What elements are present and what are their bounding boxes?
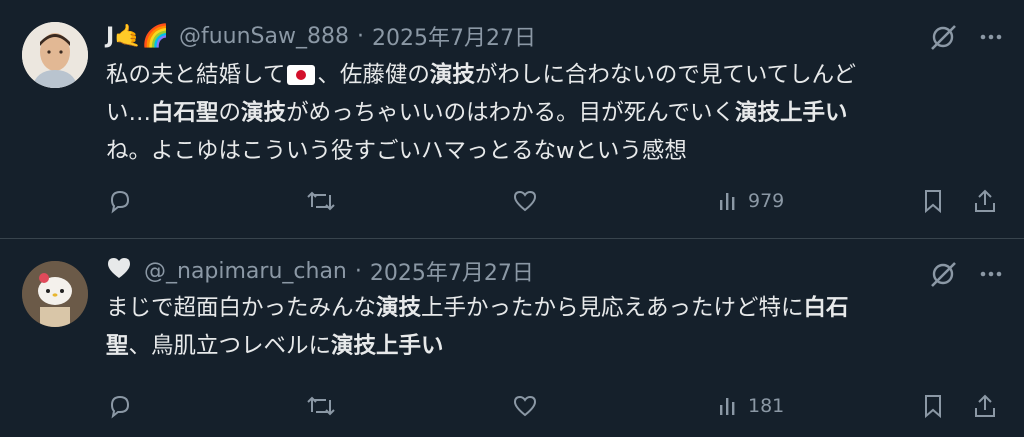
text-span: がわしに合わないので見ていてしんど [474, 62, 857, 88]
tweet[interactable]: @_napimaru_chan · 2025年7月27日 まじで超面白かったみん… [0, 239, 1024, 437]
separator: · [357, 23, 364, 49]
like-icon[interactable] [511, 184, 539, 218]
reply-icon[interactable] [106, 184, 134, 218]
views-icon [716, 393, 742, 419]
separator: · [354, 258, 362, 284]
tweet[interactable]: J🤙🌈 @fuunSaw_888 · 2025年7月27日 私の夫と結婚して 、佐… [0, 0, 1024, 239]
avatar[interactable] [22, 261, 88, 327]
bold-span: 白石 [803, 295, 849, 321]
bold-span: 聖 [106, 333, 129, 359]
display-name-text: J🤙🌈 [106, 23, 169, 49]
text-line: 私の夫と結婚して 、佐藤健の演技がわしに合わないので見ていてしんど [106, 56, 996, 94]
text-span: 、鳥肌立つレベルに [128, 333, 332, 359]
share-icon[interactable] [972, 389, 998, 423]
views-button[interactable]: 181 [716, 389, 784, 423]
bold-span: 演技 [241, 100, 287, 126]
reply-icon[interactable] [106, 389, 134, 423]
tweet-actions: 181 [106, 389, 1006, 423]
text-span: ね。よこゆはこういう役すごいハマっとるなwという感想 [106, 138, 687, 164]
more-icon[interactable] [978, 261, 1004, 291]
like-icon[interactable] [511, 389, 539, 423]
tweet-text: 私の夫と結婚して 、佐藤健の演技がわしに合わないので見ていてしんど い…白石聖の演… [106, 56, 996, 170]
timestamp[interactable]: 2025年7月27日 [370, 255, 534, 287]
text-span: がめっちゃいいのはわかる。目が死んでいく [286, 100, 735, 126]
text-line: まじで超面白かったみんな演技上手かったから見応えあったけど特に白石 [106, 289, 996, 327]
handle[interactable]: @_napimaru_chan [144, 259, 347, 284]
bold-span: 演技 [429, 62, 475, 88]
retweet-icon[interactable] [306, 184, 336, 218]
text-span: 、佐藤健の [317, 62, 430, 88]
bold-span: 演技上手い [734, 100, 848, 126]
text-span: 上手かったから見応えあったけど特に [421, 295, 804, 321]
timestamp[interactable]: 2025年7月27日 [372, 20, 536, 52]
bold-span: 演技 [376, 295, 422, 321]
text-line: 聖、鳥肌立つレベルに演技上手い [106, 327, 996, 365]
views-icon [716, 188, 742, 214]
japan-flag-icon [287, 65, 316, 85]
tweet-top-actions [928, 22, 1004, 56]
display-name[interactable] [106, 256, 132, 286]
text-line: い…白石聖の演技がめっちゃいいのはわかる。目が死んでいく演技上手い [106, 94, 996, 132]
text-span: の [218, 100, 242, 126]
bold-span: 演技上手い [331, 333, 444, 359]
share-icon[interactable] [972, 184, 998, 218]
text-span: 私の夫と結婚して [106, 62, 286, 88]
text-span: い… [106, 100, 152, 126]
grok-icon[interactable] [928, 259, 958, 293]
bold-span: 白石聖 [151, 100, 219, 126]
tweet-top-actions [928, 259, 1004, 293]
tweet-header: J🤙🌈 @fuunSaw_888 · 2025年7月27日 [106, 20, 536, 52]
views-button[interactable]: 979 [716, 184, 784, 218]
grok-icon[interactable] [928, 22, 958, 56]
text-line: ね。よこゆはこういう役すごいハマっとるなwという感想 [106, 132, 996, 170]
tweet-text: まじで超面白かったみんな演技上手かったから見応えあったけど特に白石 聖、鳥肌立つ… [106, 289, 996, 365]
bookmark-icon[interactable] [920, 184, 946, 218]
display-name[interactable]: J🤙🌈 [106, 24, 169, 49]
avatar[interactable] [22, 22, 88, 88]
text-span: まじで超面白かったみんな [106, 295, 377, 321]
tweet-header: @_napimaru_chan · 2025年7月27日 [106, 255, 534, 287]
handle[interactable]: @fuunSaw_888 [179, 24, 349, 49]
tweet-actions: 979 [106, 184, 1006, 218]
retweet-icon[interactable] [306, 389, 336, 423]
bookmark-icon[interactable] [920, 389, 946, 423]
views-count: 979 [748, 190, 785, 212]
more-icon[interactable] [978, 24, 1004, 54]
views-count: 181 [748, 395, 785, 417]
heart-icon [106, 256, 132, 286]
